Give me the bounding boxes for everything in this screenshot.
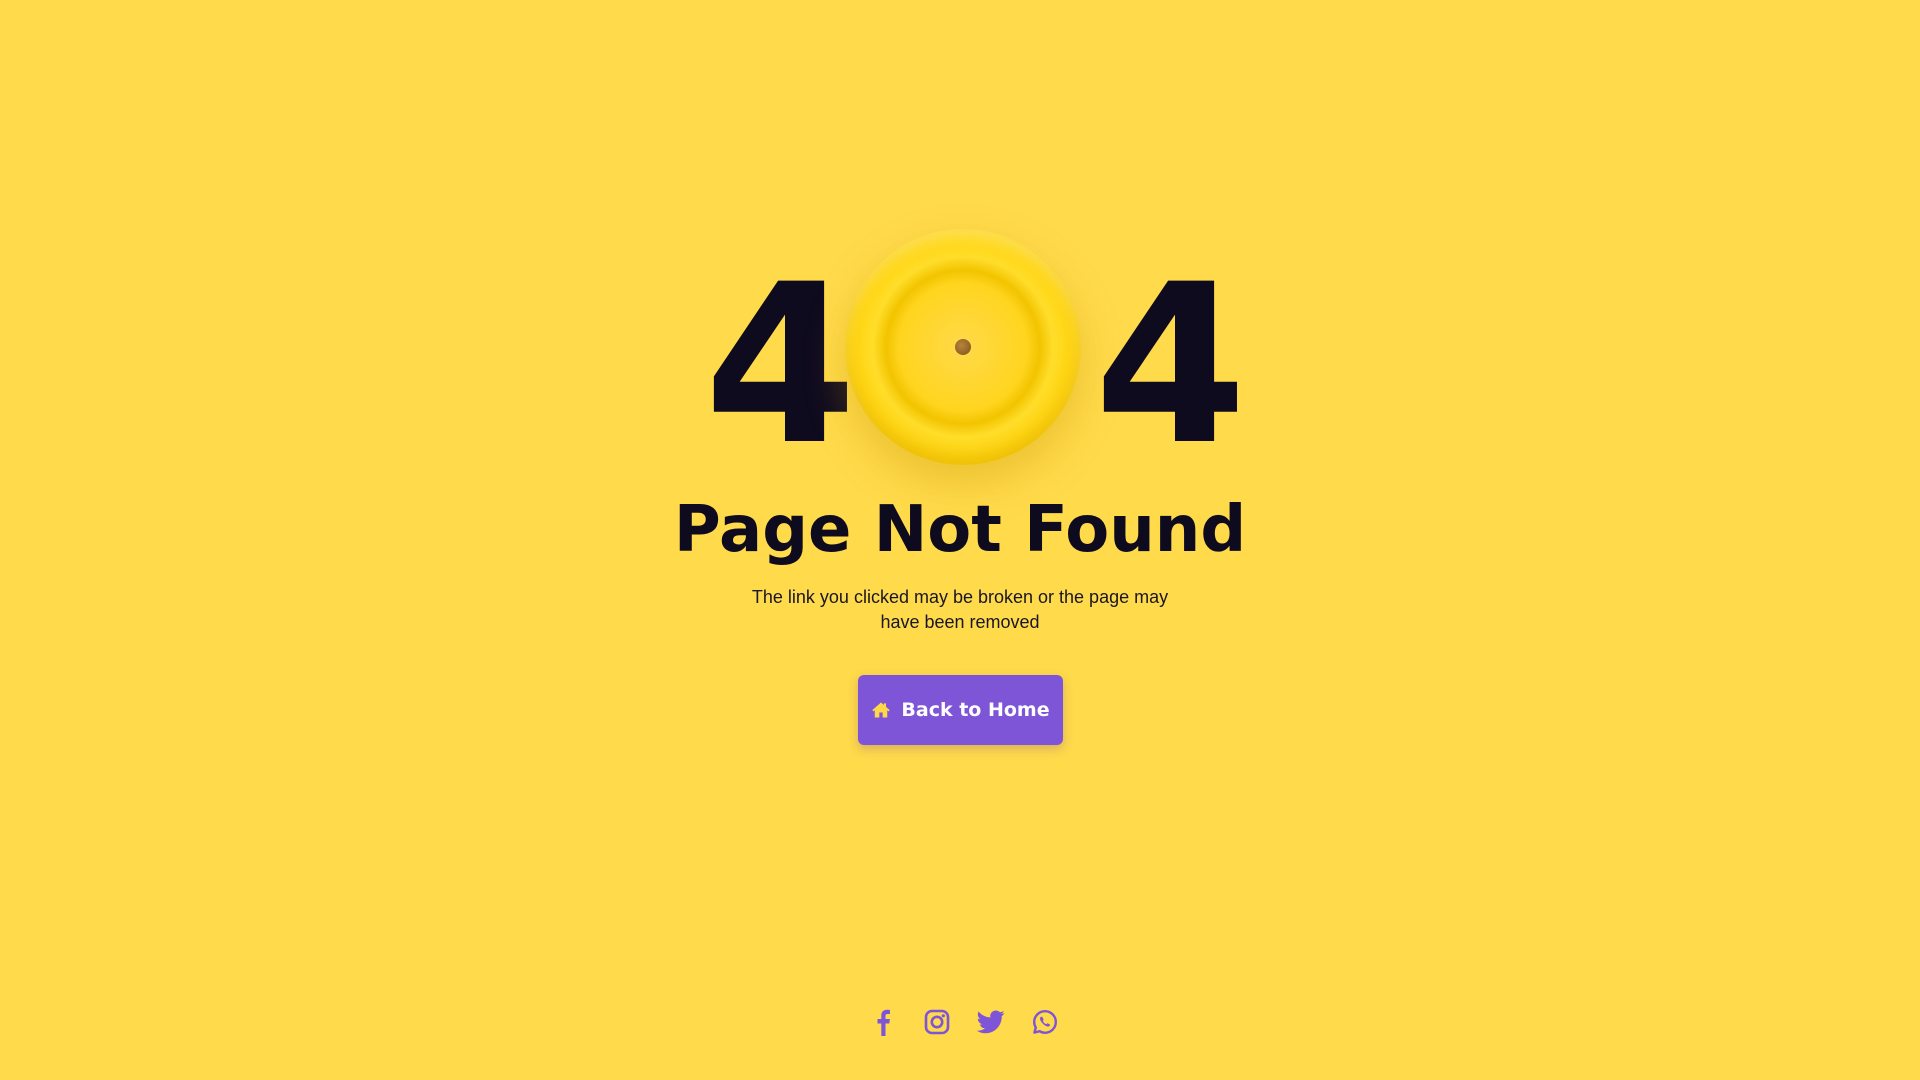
yellow-ball-zero — [845, 229, 1081, 465]
back-to-home-button[interactable]: Back to Home — [858, 675, 1063, 745]
instagram-icon[interactable] — [923, 1008, 951, 1036]
ball-center-dot — [955, 339, 971, 355]
twitter-icon[interactable] — [977, 1008, 1005, 1036]
whatsapp-icon[interactable] — [1031, 1008, 1059, 1036]
error-description: The link you clicked may be broken or th… — [751, 587, 1169, 632]
error-code-404: 4 4 — [0, 225, 1920, 475]
home-icon — [871, 700, 891, 720]
back-to-home-label: Back to Home — [901, 699, 1050, 721]
social-links — [0, 1008, 1920, 1036]
error-digit-left: 4 — [704, 237, 857, 493]
not-found-page: 4 4 Page Not Found The link you clicked … — [0, 0, 1920, 1080]
error-digit-right: 4 — [1094, 237, 1247, 493]
facebook-icon[interactable] — [869, 1008, 897, 1036]
page-title: Page Not Found — [673, 493, 1247, 567]
